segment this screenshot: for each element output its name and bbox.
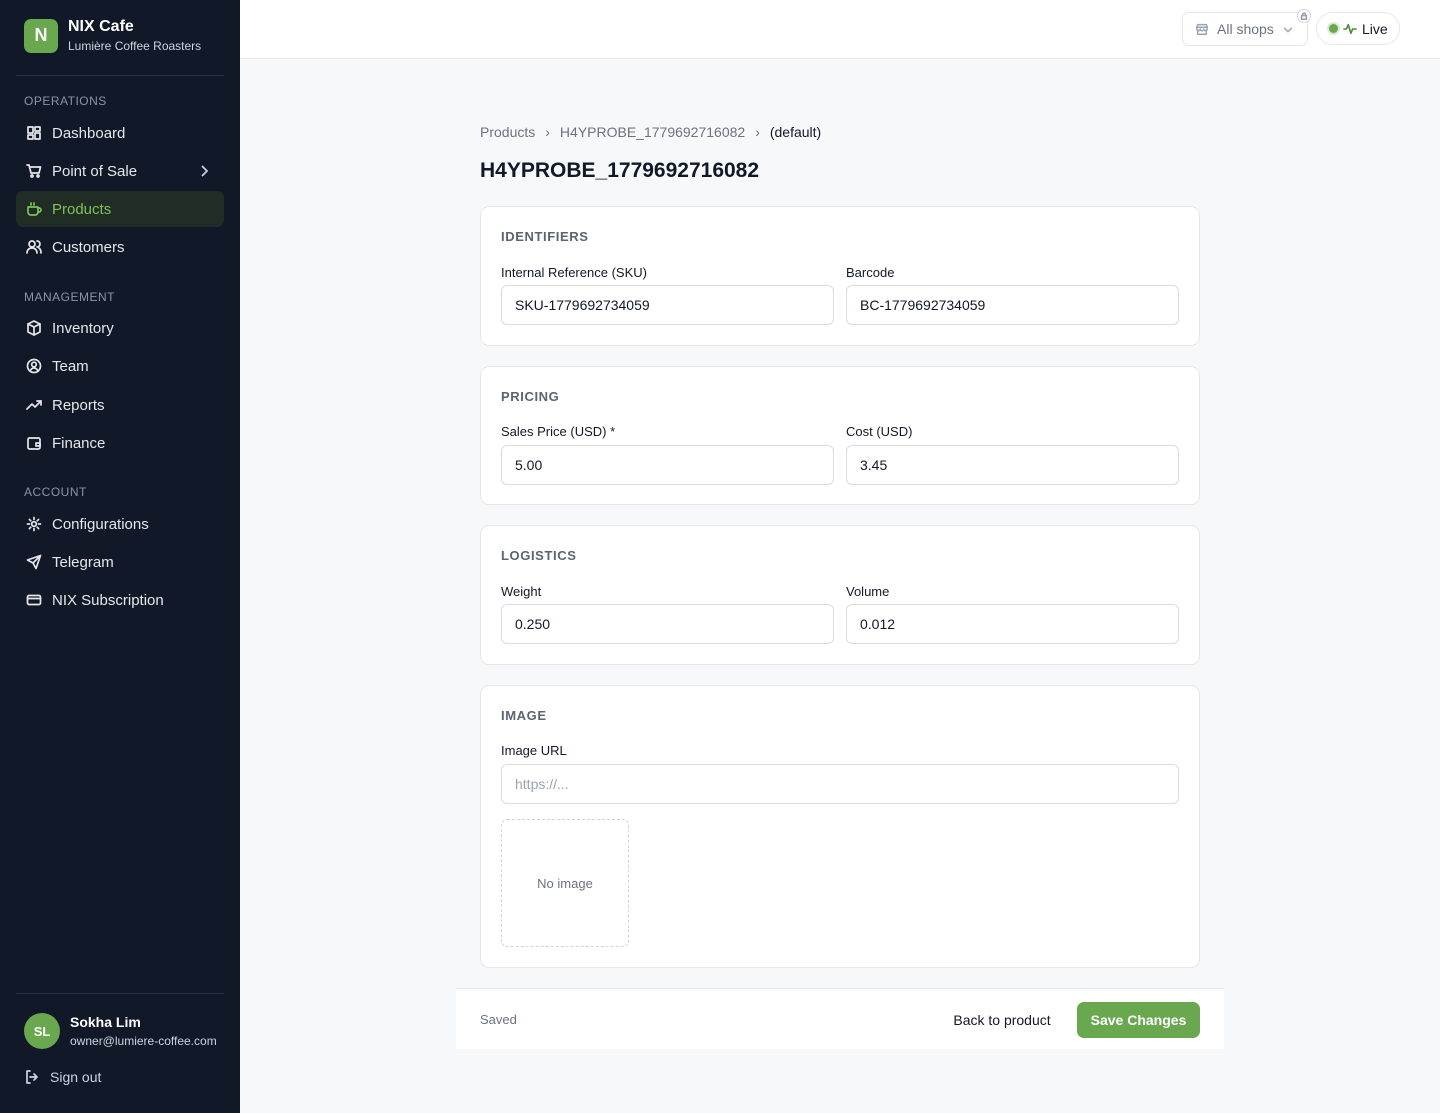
gear-icon [26,516,42,532]
card-icon [26,592,42,608]
topbar: All shops Live [240,0,1440,59]
breadcrumb-separator: › [755,124,760,140]
sidebar-item-finance[interactable]: Finance [16,425,224,461]
brand: N NIX Cafe Lumière Coffee Roasters [24,17,201,54]
save-changes-button[interactable]: Save Changes [1077,1002,1200,1038]
sidebar-item-label: Dashboard [52,124,126,142]
section-title-operations: OPERATIONS [24,94,107,108]
image-url-input[interactable]: https://... [501,764,1179,804]
image-card: IMAGE Image URL https://... No image [480,685,1200,968]
sidebar-item-reports[interactable]: Reports [16,387,224,423]
sidebar-item-label: Reports [52,396,105,414]
image-preview: No image [501,819,629,947]
sidebar-item-dashboard[interactable]: Dashboard [16,115,224,151]
sidebar-item-label: Team [52,357,89,375]
user-profile[interactable]: SL Sokha Lim owner@lumiere-coffee.com [24,1013,217,1049]
sidebar-item-inventory[interactable]: Inventory [16,310,224,346]
save-status: Saved [480,1012,517,1027]
card-title: IMAGE [501,708,547,723]
card-title: PRICING [501,389,560,404]
sidebar-item-label: Finance [52,434,106,452]
brand-subtitle: Lumière Coffee Roasters [68,39,202,53]
sidebar-item-label: Point of Sale [52,162,138,180]
logistics-card: LOGISTICS Weight 0.250 Volume 0.012 [480,525,1200,665]
shop-selector[interactable]: All shops [1182,12,1308,46]
sidebar-item-telegram[interactable]: Telegram [16,544,224,580]
send-icon [26,554,42,570]
shop-selector-value: All shops [1217,21,1274,37]
sidebar-item-team[interactable]: Team [16,348,224,384]
sales-price-input[interactable]: 5.00 [501,445,834,485]
live-status-badge[interactable]: Live [1316,12,1400,45]
activity-icon [1343,23,1357,34]
sidebar-item-products[interactable]: Products [16,191,224,227]
identifiers-card: IDENTIFIERS Internal Reference (SKU) SKU… [480,206,1200,346]
sidebar-item-label: Configurations [52,515,149,533]
breadcrumb-separator: › [545,124,550,140]
store-icon [1196,23,1208,35]
action-bar: Saved Back to product Save Changes [456,988,1224,1049]
volume-label: Volume [846,584,890,599]
brand-name: NIX Cafe [68,18,134,35]
sidebar-item-point-of-sale[interactable]: Point of Sale [16,153,224,189]
avatar: SL [24,1013,60,1049]
breadcrumb-products[interactable]: Products [480,124,535,140]
weight-label: Weight [501,584,542,599]
chevron-down-icon [1283,27,1293,33]
sidebar-divider [16,75,224,76]
cart-icon [26,163,42,179]
sign-out-label: Sign out [50,1069,102,1085]
sidebar-item-label: Customers [52,238,125,256]
sidebar: N NIX Cafe Lumière Coffee Roasters OPERA… [0,0,240,1113]
live-label: Live [1362,20,1388,37]
chevron-right-icon [196,163,212,179]
breadcrumb-current: (default) [769,124,822,140]
card-title: IDENTIFIERS [501,229,589,244]
sidebar-item-nix-subscription[interactable]: NIX Subscription [16,582,224,618]
no-image-text: No image [537,875,593,891]
sidebar-item-label: Telegram [52,553,114,571]
page-title: H4YPROBE_1779692716082 [480,159,760,182]
trend-icon [26,397,42,413]
barcode-input[interactable]: BC-1779692734059 [846,285,1179,325]
lock-icon [1297,9,1311,23]
card-title: LOGISTICS [501,548,577,563]
sign-out-button[interactable]: Sign out [24,1069,101,1085]
live-dot-icon [1329,24,1338,33]
box-icon [26,320,42,336]
weight-input[interactable]: 0.250 [501,604,834,644]
back-to-product-button[interactable]: Back to product [942,1002,1062,1038]
cup-icon [26,201,42,217]
image-url-label: Image URL [501,743,567,758]
dashboard-icon [26,125,42,141]
sidebar-item-customers[interactable]: Customers [16,229,224,265]
sidebar-divider [16,993,224,994]
sku-label: Internal Reference (SKU) [501,265,647,280]
barcode-label: Barcode [846,265,895,280]
logout-icon [26,1070,38,1084]
sales-price-label: Sales Price (USD) * [501,424,616,439]
pricing-card: PRICING Sales Price (USD) * 5.00 Cost (U… [480,366,1200,505]
section-title-account: ACCOUNT [24,485,87,499]
wallet-icon [26,435,42,451]
user-email: owner@lumiere-coffee.com [70,1034,217,1048]
volume-input[interactable]: 0.012 [846,604,1179,644]
brand-logo: N [24,18,58,53]
sidebar-item-label: NIX Subscription [52,591,164,609]
sidebar-item-configurations[interactable]: Configurations [16,506,224,542]
sidebar-item-label: Inventory [52,319,114,337]
users-icon [26,239,42,255]
cost-label: Cost (USD) [846,424,913,439]
sidebar-item-label: Products [52,200,112,218]
breadcrumb: Products › H4YPROBE_1779692716082 › (def… [480,124,821,140]
user-circle-icon [26,358,42,374]
section-title-management: MANAGEMENT [24,290,116,304]
sku-input[interactable]: SKU-1779692734059 [501,285,834,325]
breadcrumb-product[interactable]: H4YPROBE_1779692716082 [560,124,745,140]
user-name: Sokha Lim [70,1014,141,1030]
cost-input[interactable]: 3.45 [846,445,1179,485]
